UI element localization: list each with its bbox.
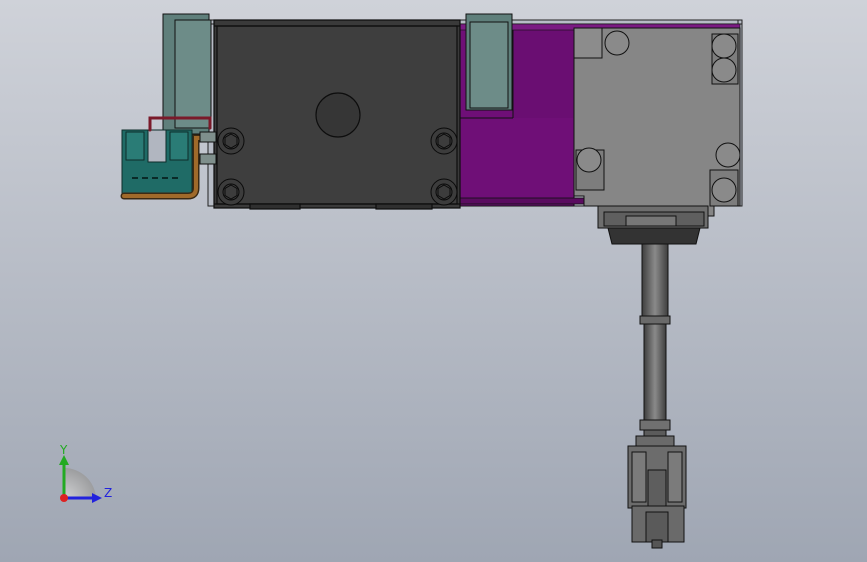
cad-viewport[interactable]: Y Z (0, 0, 867, 562)
cable-connector (627, 435, 687, 549)
bolt-bottom-left (217, 178, 245, 206)
z-axis-label: Z (104, 486, 112, 500)
cable-rod (639, 243, 671, 441)
bracket-left-inner (174, 19, 212, 129)
bolt-top-left (217, 127, 245, 155)
bracket-right-inner (469, 21, 509, 109)
photo-sensor (121, 129, 193, 195)
y-axis-label: Y (59, 443, 68, 457)
motor-block (573, 27, 741, 217)
housing-center-hole (315, 92, 361, 138)
x-axis-dot (60, 494, 68, 502)
main-housing (213, 19, 461, 210)
model-view: Y Z (0, 0, 867, 562)
bolt-top-right (430, 127, 458, 155)
motor-flange (597, 205, 709, 245)
bolt-bottom-right (430, 178, 458, 206)
